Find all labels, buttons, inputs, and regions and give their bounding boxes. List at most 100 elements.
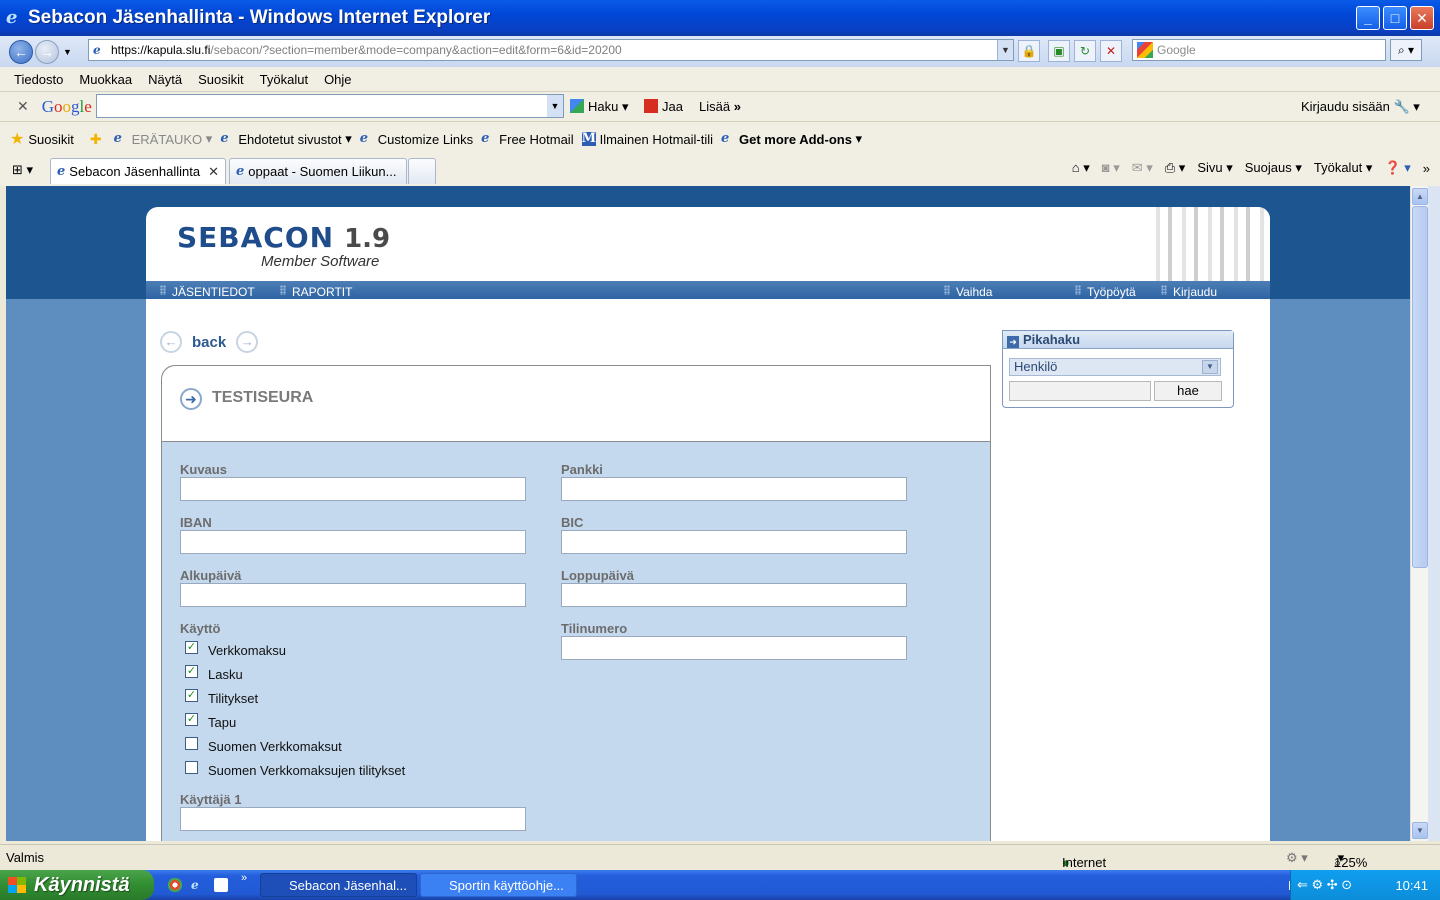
task-sportin[interactable]: Sportin käyttöohje... [420,873,577,897]
favorites-button[interactable]: ★ Suosikit [10,129,74,149]
close-toolbar-icon[interactable]: ✕ [17,98,29,115]
back-arrow-icon[interactable]: ← [160,331,182,353]
checkbox-1[interactable]: ✓ [185,665,198,678]
nav-kirjaudu-ulos[interactable]: Kirjaudu ulos [1161,283,1217,313]
mail-icon[interactable]: ✉ ▾ [1132,160,1153,176]
status-bar: Valmis ● Internet ⚙ ▾ ⌕ 125% ▾ [0,844,1440,870]
compatibility-icon[interactable]: ▣ [1048,40,1070,62]
print-icon[interactable]: ⎙ ▾ [1165,160,1186,176]
chevron-down-icon: ▼ [1202,360,1218,374]
history-dropdown-icon[interactable]: ▼ [63,47,72,57]
menu-tiedosto[interactable]: Tiedosto [14,72,63,87]
fav-ehdotetut[interactable]: e Ehdotetut sivustot ▾ [220,131,351,147]
loppupaiva-input[interactable] [561,583,907,607]
windows-flag-icon [8,877,26,893]
suojaus-menu[interactable]: Suojaus ▾ [1245,160,1302,176]
quick-tabs-icon[interactable]: ⊞ ▾ [12,162,33,178]
lisaa-button[interactable]: Lisää » [699,99,741,114]
minimize-button[interactable]: _ [1356,6,1380,30]
nav-tyopoyta[interactable]: Työpöytä [1075,283,1136,299]
tab-close-icon[interactable]: ✕ [208,164,219,180]
tray-icons[interactable]: ⇐ ⚙ ✣ ⊙ [1297,877,1352,893]
fav-customize-links[interactable]: e Customize Links [360,132,473,147]
ie-quicklaunch-icon[interactable]: e [191,878,205,892]
tab-sebacon[interactable]: e Sebacon Jäsenhallinta ✕ [50,158,226,184]
chrome-icon[interactable] [168,878,182,892]
stop-icon[interactable]: ✕ [1100,40,1122,62]
quicklaunch-more-icon[interactable]: » [241,872,247,884]
iban-input[interactable] [180,530,526,554]
checkbox-label-1: Lasku [208,667,243,682]
menu-muokkaa[interactable]: Muokkaa [79,72,132,87]
refresh-icon[interactable]: ↻ [1074,40,1096,62]
search-go-button[interactable]: ⌕ ▾ [1390,39,1422,61]
quick-search-input[interactable] [1009,381,1151,401]
tab-oppaat[interactable]: e oppaat - Suomen Liikun... [229,158,407,184]
haku-button[interactable]: Haku ▾ [570,99,629,115]
menu-nayta[interactable]: Näytä [148,72,182,87]
maximize-button[interactable]: □ [1383,6,1407,30]
protected-mode-icon[interactable]: ⚙ ▾ [1286,850,1308,866]
address-dropdown-icon[interactable]: ▼ [997,40,1013,60]
start-button[interactable]: Käynnistä [0,870,154,900]
scroll-up-icon[interactable]: ▲ [1412,188,1428,205]
forward-nav-button[interactable]: → [35,39,59,64]
search-input[interactable]: Google [1132,39,1386,61]
pankki-input[interactable] [561,477,907,501]
nav-raportit[interactable]: RAPORTIT [280,283,352,299]
tilinumero-input[interactable] [561,636,907,660]
kuvaus-input[interactable] [180,477,526,501]
checkbox-5[interactable] [185,761,198,774]
checkbox-2[interactable]: ✓ [185,689,198,702]
scroll-thumb[interactable] [1412,206,1428,568]
forward-arrow-icon[interactable]: → [236,331,259,353]
tyokalut-menu[interactable]: Työkalut ▾ [1314,160,1373,176]
help-icon[interactable]: ❓ ▾ [1384,160,1410,176]
address-url: https://kapula.slu.fi/sebacon/?section=m… [111,43,622,57]
app-page: SEBACON 1.9 Member Software JÄSENTIEDOT R… [146,207,1270,841]
feeds-icon[interactable]: ◙ ▾ [1102,160,1120,176]
alkupaiva-input[interactable] [180,583,526,607]
jaa-button[interactable]: Jaa [644,99,683,114]
close-button[interactable]: ✕ [1410,6,1434,30]
checkbox-0[interactable]: ✓ [185,641,198,654]
bic-input[interactable] [561,530,907,554]
fav-hotmail-tili[interactable]: M Ilmainen Hotmail-tili [581,132,713,147]
nav-jasentiedot[interactable]: JÄSENTIEDOT [160,283,255,299]
scroll-down-icon[interactable]: ▼ [1412,822,1428,839]
menu-tyokalut[interactable]: Työkalut [260,72,308,87]
back-link[interactable]: back [192,334,226,351]
system-tray: ⇐ ⚙ ✣ ⊙ 10:41 [1290,870,1440,900]
hae-button[interactable]: hae [1154,381,1222,401]
home-icon[interactable]: ⌂ ▾ [1072,160,1090,176]
new-tab-button[interactable] [408,158,436,184]
fav-add-ons[interactable]: e Get more Add-ons ▾ [721,131,862,147]
checkbox-3[interactable]: ✓ [185,713,198,726]
zoom-control[interactable]: ⌕ 125% ▾ [1334,850,1367,870]
label-kayttaja1: Käyttäjä 1 [180,792,242,807]
outlook-icon[interactable] [214,878,228,892]
nav-vaihda-salasana[interactable]: Vaihda salasana [944,283,1004,313]
fav-eratauko[interactable]: e ERÄTAUKO ▾ [114,131,213,147]
google-logo: Google [41,96,92,116]
task-sebacon[interactable]: Sebacon Jäsenhal... [260,873,417,897]
address-bar[interactable]: e https://kapula.slu.fi/sebacon/?section… [88,39,1014,61]
menu-ohje[interactable]: Ohje [324,72,351,87]
menu-suosikit[interactable]: Suosikit [198,72,244,87]
kayttaja1-input[interactable] [180,807,526,831]
vertical-scrollbar[interactable]: ▲ ▼ [1410,186,1428,841]
add-favorite-icon[interactable]: ✚ [90,131,106,148]
google-search-input[interactable]: ▼ [96,94,564,118]
menu-bar: Tiedosto Muokkaa Näytä Suosikit Työkalut… [0,67,1440,92]
quick-search-panel: ➜ Pikahaku Henkilö ▼ hae [1002,330,1234,408]
kirjaudu-sisaan-button[interactable]: Kirjaudu sisään 🔧 ▾ [1301,99,1420,115]
fav-free-hotmail[interactable]: e Free Hotmail [481,132,573,147]
back-nav-button[interactable]: ← [9,39,33,64]
google-dropdown-icon[interactable]: ▼ [547,95,563,117]
lock-icon[interactable]: 🔒 [1018,40,1040,62]
quick-search-select[interactable]: Henkilö ▼ [1009,358,1221,376]
star-icon: ★ [10,131,25,148]
sivu-menu[interactable]: Sivu ▾ [1197,160,1232,176]
more-chevron-icon[interactable]: » [1423,161,1430,176]
checkbox-4[interactable] [185,737,198,750]
